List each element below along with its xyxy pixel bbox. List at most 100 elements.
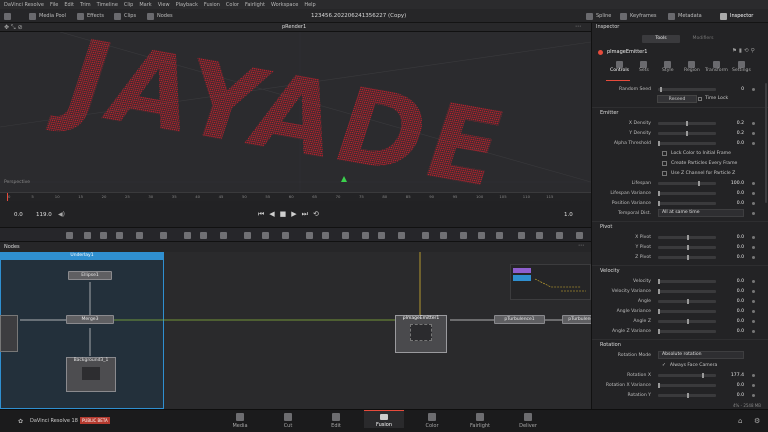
page-deliver[interactable]: Deliver [508,413,548,429]
page-fusion[interactable]: Fusion [364,410,404,428]
param-slider[interactable] [658,140,716,146]
param-value[interactable]: 0.2 [720,121,744,126]
keyframe-dot-icon[interactable] [752,245,755,249]
param-z-pivot[interactable]: Z Pivot 0.0 [592,252,768,262]
time-lock-checkbox[interactable] [698,97,702,101]
subtab-transform[interactable]: Transform [705,61,728,73]
param-value[interactable]: 0.0 [720,383,744,388]
media-pool-button[interactable]: Media Pool [29,11,66,21]
param-value[interactable]: 0.0 [720,309,744,314]
keyframe-dot-icon[interactable] [752,309,755,313]
page-cut[interactable]: Cut [268,413,308,429]
viewer-options-icon[interactable]: ⋯ [575,23,581,30]
clips-button[interactable]: Clips [114,11,136,21]
keyframe-dot-icon[interactable] [752,319,755,323]
fusion-tool-icon[interactable] [576,232,583,239]
keyframe-dot-icon[interactable] [752,299,755,303]
fusion-tool-icon[interactable] [322,232,329,239]
nodes-options-icon[interactable]: ⋯ [578,242,584,249]
fusion-tool-icon[interactable] [398,232,405,239]
param-value[interactable]: 0.0 [720,141,744,146]
fusion-tool-icon[interactable] [136,232,143,239]
param-lifespan-variance[interactable]: Lifespan Variance 0.0 [592,188,768,198]
fusion-tool-icon[interactable] [422,232,429,239]
param-velocity[interactable]: Velocity 0.0 [592,276,768,286]
ellipse-node[interactable]: Ellipse1 [68,271,112,280]
merge-node[interactable]: Merge3 [66,315,114,324]
keyframe-dot-icon[interactable] [752,279,755,283]
param-lifespan[interactable]: Lifespan 100.0 [592,178,768,188]
turbulence-node-2[interactable]: pTurbulence [562,315,591,324]
param-value[interactable]: 0.0 [720,393,744,398]
param-slider[interactable] [658,130,716,136]
keyframe-dot-icon[interactable] [752,141,755,145]
menu-timeline[interactable]: Timeline [97,2,118,8]
tab-modifiers[interactable]: Modifiers [684,35,722,43]
metadata-button[interactable]: Metadata [668,11,702,21]
background-node[interactable]: Background3_1 [66,357,116,392]
fusion-tool-icon[interactable] [184,232,191,239]
keyframe-dot-icon[interactable] [752,87,755,91]
node-navigator[interactable] [510,264,591,300]
param-slider[interactable] [658,382,716,388]
viewer-tools-icon[interactable]: ✥ ⤡ ⊘ [4,24,23,32]
param-value[interactable]: 0.0 [720,279,744,284]
fusion-tool-icon[interactable] [262,232,269,239]
menu-fairlight[interactable]: Fairlight [245,2,265,8]
page-fairlight[interactable]: Fairlight [460,413,500,429]
param-value[interactable]: 0.2 [720,131,744,136]
inspector-scrollbar[interactable] [765,83,767,203]
keyframe-dot-icon[interactable] [752,373,755,377]
param-value[interactable]: 0.0 [720,235,744,240]
inspector-button[interactable]: Inspector [720,11,753,21]
param-value[interactable]: 0.0 [720,289,744,294]
param-slider[interactable] [658,190,716,196]
playback-controls[interactable]: ⏮◀■▶⏭⟲ [258,210,324,219]
param-value[interactable]: 0 [720,87,744,92]
fusion-tool-icon[interactable] [496,232,503,239]
current-frame-field[interactable]: 1.0 [564,212,573,218]
section-pivot[interactable]: Pivot [592,221,768,231]
turbulence-node-1[interactable]: pTurbulence1 [494,315,545,324]
param-angle[interactable]: Angle 0.0 [592,296,768,306]
param-angle-z[interactable]: Angle Z 0.0 [592,316,768,326]
fusion-tool-icon[interactable] [116,232,123,239]
fusion-tool-icon[interactable] [282,232,289,239]
param-rotation-x[interactable]: Rotation X 177.4 [592,370,768,380]
fusion-tool-icon[interactable] [342,232,349,239]
param-slider[interactable] [658,120,716,126]
fusion-tool-icon[interactable] [306,232,313,239]
page-color[interactable]: Color [412,413,452,429]
param-slider[interactable] [658,200,716,206]
keyframe-dot-icon[interactable] [752,235,755,239]
menu-app[interactable]: DaVinci Resolve [4,2,44,8]
nodes-button[interactable]: Nodes [147,11,173,21]
param-value[interactable]: 0.0 [720,319,744,324]
param-rotation-mode[interactable]: Rotation Mode Absolute rotation [592,350,768,360]
menu-fusion[interactable]: Fusion [204,2,220,8]
keyframe-dot-icon[interactable] [752,131,755,135]
temporal-dropdown[interactable]: All at same time [658,209,744,217]
param-temporal-distribution[interactable]: Temporal Dist. All at same time [592,208,768,218]
section-velocity[interactable]: Velocity [592,265,768,275]
menu-trim[interactable]: Trim [80,2,91,8]
fusion-tool-icon[interactable] [84,232,91,239]
param-slider[interactable] [658,234,716,240]
emitter-node[interactable]: pImageEmitter1 [395,315,447,353]
fusion-tool-icon[interactable] [536,232,543,239]
page-media[interactable]: Media [220,413,260,429]
param-x-pivot[interactable]: X Pivot 0.0 [592,232,768,242]
keyframe-dot-icon[interactable] [752,393,755,397]
fusion-tool-icon[interactable] [460,232,467,239]
fusion-tool-icon[interactable] [440,232,447,239]
menu-playback[interactable]: Playback [176,2,198,8]
effects-button[interactable]: Effects [77,11,104,21]
param-slider[interactable] [658,372,716,378]
param-slider[interactable] [658,308,716,314]
fusion-tool-icon[interactable] [556,232,563,239]
param-y-density[interactable]: Y Density 0.2 [592,128,768,138]
param-y-pivot[interactable]: Y Pivot 0.0 [592,242,768,252]
range-start-field[interactable]: 0.0 [14,212,23,218]
param-slider[interactable] [658,318,716,324]
use-z-checkbox[interactable]: Use Z Channel for Particle Z [662,168,768,178]
